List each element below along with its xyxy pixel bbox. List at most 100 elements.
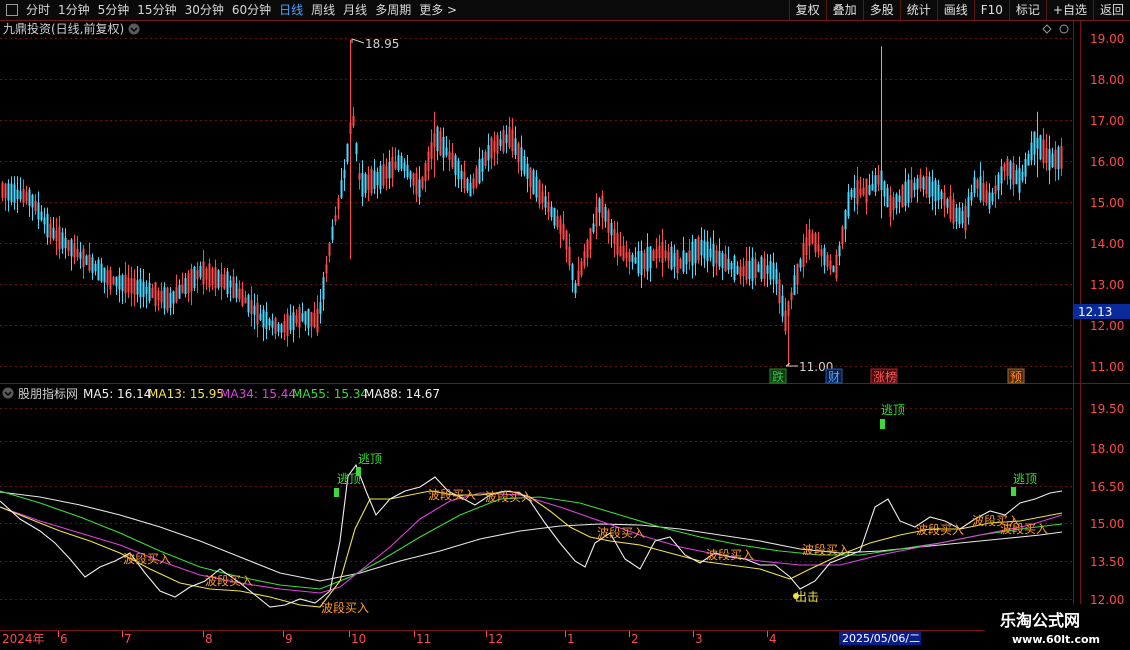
candle-body [745, 260, 748, 281]
candle-body [34, 200, 37, 212]
y-label: 12.00 [1090, 319, 1124, 333]
y-label: 18.00 [1090, 73, 1124, 87]
candle-body [1051, 153, 1054, 168]
timeline-label: 6 [60, 632, 68, 646]
candle-body [622, 245, 625, 261]
event-tag-forecast[interactable]: 预 [1007, 368, 1025, 384]
candle-body [43, 217, 46, 225]
event-tag-finance[interactable]: 财 [825, 368, 843, 384]
diamond-icon[interactable] [1042, 24, 1052, 34]
multi-stock-button[interactable]: 多股 [862, 0, 900, 20]
candle-body [526, 163, 529, 179]
candle-body [823, 248, 826, 266]
candle-body [727, 258, 730, 270]
candle-body [517, 143, 520, 163]
tab-timeframe-60min[interactable]: 60分钟 [228, 0, 275, 20]
buy-signal-label: 波段买入 [916, 522, 964, 537]
statistics-button[interactable]: 统计 [899, 0, 937, 20]
tab-timeframe-weekly[interactable]: 周线 [307, 0, 339, 20]
y-label: 19.50 [1090, 402, 1124, 416]
mark-button[interactable]: 标记 [1008, 0, 1046, 20]
main-y-axis: 19.00 18.00 17.00 16.00 15.00 14.00 13.0… [1090, 32, 1124, 374]
candle-body [124, 274, 127, 294]
watermark-url: www.60lt.com [1012, 633, 1100, 646]
tab-timeframe-5min[interactable]: 5分钟 [94, 0, 134, 20]
candle-body [799, 259, 802, 268]
main-panel-menu-icon[interactable] [128, 23, 140, 35]
back-button[interactable]: 返回 [1092, 0, 1130, 20]
candle-body [283, 320, 286, 333]
candle-body [430, 142, 433, 159]
candle-body [100, 263, 103, 282]
tab-timeframe-monthly[interactable]: 月线 [339, 0, 371, 20]
event-tag-rise-rank[interactable]: 涨榜 [870, 368, 898, 384]
candle-body [223, 274, 226, 289]
candle-body [463, 171, 466, 189]
candle-body [805, 237, 808, 256]
candle-body [364, 173, 367, 194]
candle-body [658, 245, 661, 259]
candle-body [859, 188, 862, 196]
candle-body [499, 139, 502, 146]
tab-timeframe-1min[interactable]: 1分钟 [54, 0, 94, 20]
candle-body [631, 254, 634, 263]
event-tag-fall[interactable]: 跌 [769, 368, 787, 384]
timeline-label: 1 [567, 632, 575, 646]
candle-body [736, 265, 739, 275]
candle-body [184, 278, 187, 295]
candle-body [919, 174, 922, 189]
candle-body [814, 233, 817, 253]
candle-body [10, 183, 13, 202]
candle-body [238, 288, 241, 300]
candle-body [973, 177, 976, 194]
candle-body [310, 312, 313, 327]
restore-right-button[interactable]: 复权 [788, 0, 826, 20]
candle-body [127, 277, 130, 293]
circle-icon[interactable] [1059, 24, 1069, 34]
signal-markers: 逃顶 逃顶 逃顶 逃顶 波段买入 波段买入 波段买入 波段买入 波段买入 波段买… [123, 403, 1048, 615]
candle-body [592, 223, 595, 233]
add-watchlist-button[interactable]: +自选 [1045, 0, 1093, 20]
candle-body [505, 134, 508, 144]
candle-body [196, 270, 199, 279]
tab-timeframe-more[interactable]: 更多 > [415, 0, 461, 20]
tab-timeframe-30min[interactable]: 30分钟 [181, 0, 228, 20]
candle-body [886, 187, 889, 208]
ma34-line [0, 492, 1063, 594]
draw-line-button[interactable]: 画线 [936, 0, 974, 20]
legend-ma88: MA88: 14.67 [364, 387, 440, 401]
indicator-menu-icon[interactable] [2, 387, 14, 399]
candle-body [322, 277, 325, 300]
candle-body [982, 182, 985, 202]
ma88-line [0, 491, 1063, 582]
candle-body [889, 195, 892, 217]
candle-body [835, 254, 838, 279]
chart-area[interactable]: 九鼎投资(日线,前复权) 19.00 18.00 17.00 16.00 15.… [0, 21, 1130, 650]
buy-signal-label: 波段买入 [123, 551, 171, 566]
tab-timeframe-intraday[interactable]: 分时 [22, 0, 54, 20]
candle-body [1027, 153, 1030, 166]
overlay-button[interactable]: 叠加 [825, 0, 863, 20]
candle-body [655, 249, 658, 259]
candle-body [376, 171, 379, 186]
tab-timeframe-15min[interactable]: 15分钟 [133, 0, 180, 20]
candle-body [292, 312, 295, 330]
candle-body [253, 305, 256, 315]
candle-body [391, 156, 394, 179]
candle-body [1012, 163, 1015, 185]
candle-body [760, 256, 763, 280]
y-label: 15.00 [1090, 517, 1124, 531]
tab-timeframe-daily[interactable]: 日线 [275, 0, 307, 20]
candle-body [442, 137, 445, 158]
candle-body [259, 313, 262, 321]
candle-body [94, 263, 97, 272]
candle-body [130, 277, 133, 294]
candle-body [553, 207, 556, 226]
buy-signal-label: 波段买入 [485, 489, 533, 504]
tab-timeframe-multi[interactable]: 多周期 [371, 0, 415, 20]
f10-button[interactable]: F10 [973, 0, 1009, 20]
checkbox-icon[interactable] [6, 4, 18, 16]
signal-bar-icon [356, 467, 361, 476]
candle-body [400, 156, 403, 169]
grid-lines [0, 38, 1073, 600]
